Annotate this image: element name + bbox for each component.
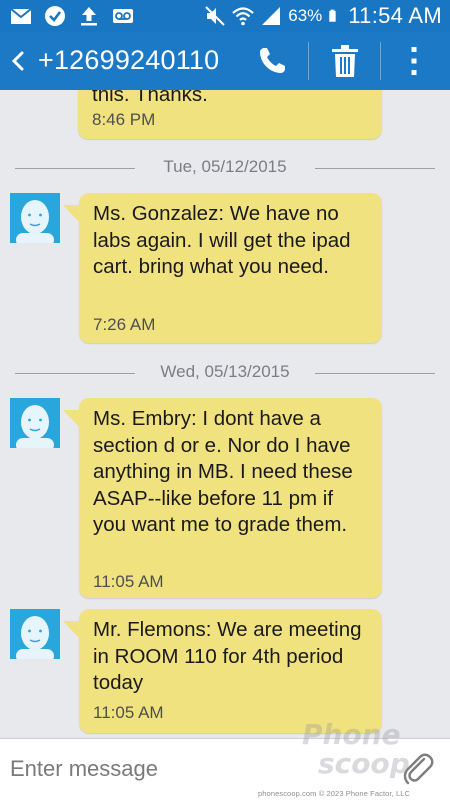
message-bubble[interactable]: Ms. Embry: I dont have a section d or e.… [63,398,382,598]
wifi-icon [232,7,254,26]
conversation-header: +12699240110 [0,32,450,90]
contact-avatar[interactable] [10,193,60,243]
bubble-tail [63,205,80,223]
header-divider [308,42,309,80]
message-time: 7:26 AM [93,315,156,334]
message-bubble[interactable]: this. Thanks. 8:46 PM [78,90,382,139]
separator-line [315,168,435,169]
voicemail-icon [113,9,133,23]
phonescoop-logo: Phone scoop [302,718,410,780]
clock: 11:54 AM [348,3,442,28]
header-divider [380,42,381,80]
check-icon [45,6,65,26]
battery-icon [329,9,336,22]
date-label: Tue, 05/12/2015 [163,157,287,176]
upload-icon [81,7,97,26]
message-bubble[interactable]: Ms. Gonzalez: We have no labs again. I w… [63,193,382,343]
battery-percent: 63% [288,6,323,25]
phone-icon[interactable] [256,45,288,77]
message-time: 11:05 AM [93,572,164,591]
message-bubble[interactable]: Mr. Flemons: We are meeting in ROOM 110 … [63,609,382,733]
message-thread[interactable]: this. Thanks. 8:46 PM Tue, 05/12/2015 Ms… [0,90,450,738]
mail-icon [10,8,32,24]
status-bar: 63% 11:54 AM [0,0,450,32]
mute-icon [205,6,225,26]
date-label: Wed, 05/13/2015 [160,362,290,381]
person-icon [16,405,54,448]
system-icons: 63% 11:54 AM [204,3,442,29]
back-icon[interactable] [6,44,32,78]
bubble-tail [63,410,80,428]
signal-icon [262,7,281,25]
contact-avatar[interactable] [10,398,60,448]
contact-number: +12699240110 [38,45,220,75]
svg-text:scoop: scoop [318,747,410,778]
bubble-tail [63,621,80,639]
separator-line [315,373,435,374]
message-time: 8:46 PM [92,110,156,129]
trash-icon[interactable] [330,44,360,78]
message-text: Ms. Gonzalez: We have no labs again. I w… [93,202,351,278]
person-icon [16,200,54,243]
person-icon [16,616,54,659]
watermark-credit: phonescoop.com © 2023 Phone Factor, LLC [258,789,411,798]
contact-avatar[interactable] [10,609,60,659]
date-separator: Tue, 05/12/2015 [0,156,450,180]
message-time: 11:05 AM [93,703,164,722]
date-separator: Wed, 05/13/2015 [0,361,450,385]
message-text: this. Thanks. [92,90,208,106]
message-text: Mr. Flemons: We are meeting in ROOM 110 … [93,618,362,694]
notification-icons [10,5,134,27]
message-text: Ms. Embry: I dont have a section d or e.… [93,407,353,536]
more-vertical-icon[interactable] [404,44,424,78]
watermark-logo: Phone scoop [300,718,420,780]
